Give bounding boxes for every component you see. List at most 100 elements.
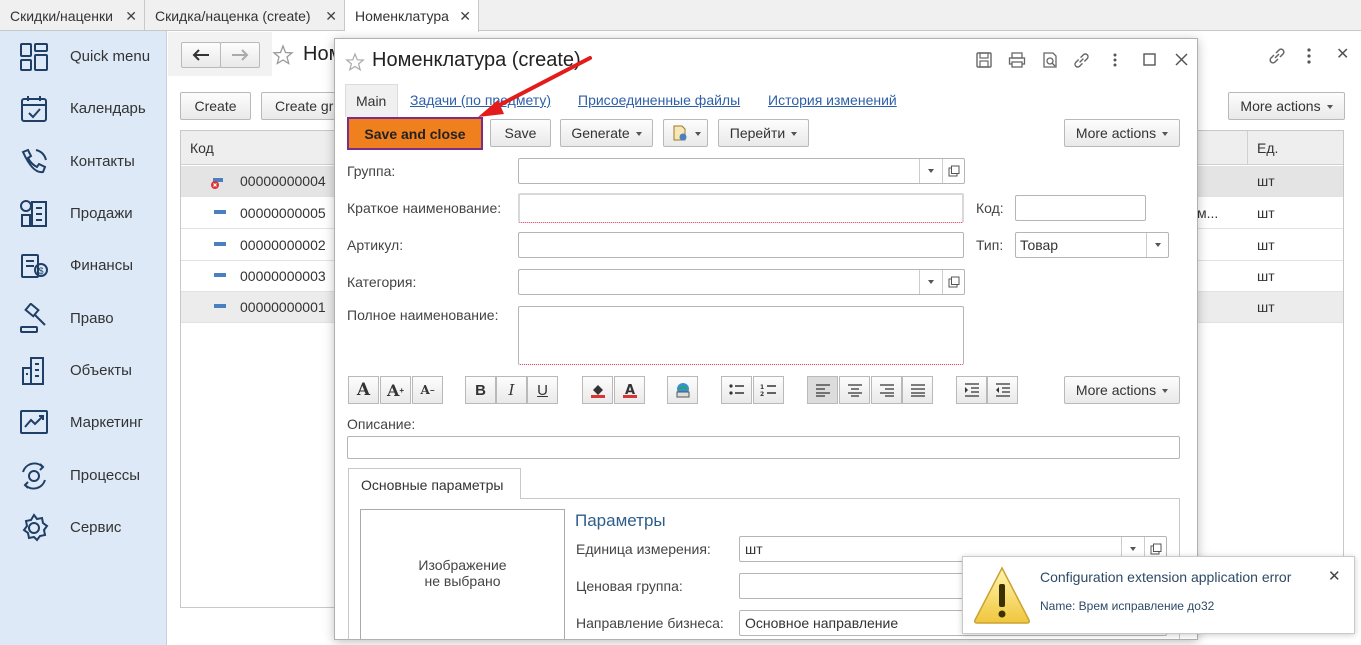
full-name-textarea[interactable] bbox=[518, 306, 964, 365]
save-and-close-button[interactable]: Save and close bbox=[347, 117, 483, 150]
align-center-button[interactable] bbox=[839, 376, 870, 404]
cell-code: 00000000004 bbox=[240, 173, 326, 189]
font-button[interactable]: A bbox=[348, 376, 379, 404]
favorite-star-icon[interactable] bbox=[345, 52, 365, 72]
group-field[interactable] bbox=[518, 158, 965, 184]
font-increase-button[interactable]: A + bbox=[380, 376, 411, 404]
column-header-unit[interactable]: Ед. bbox=[1257, 140, 1278, 156]
goto-button[interactable]: Перейти bbox=[718, 119, 809, 147]
arrow-left-icon bbox=[192, 49, 209, 61]
link-icon[interactable] bbox=[1072, 51, 1091, 70]
list-more-actions-button[interactable]: More actions bbox=[1228, 92, 1345, 120]
create-button[interactable]: Create bbox=[180, 92, 251, 120]
attach-file-button[interactable] bbox=[663, 119, 708, 147]
open-button[interactable] bbox=[942, 270, 964, 294]
align-right-button[interactable] bbox=[871, 376, 902, 404]
sidebar-item-law[interactable]: Право bbox=[0, 299, 166, 339]
more-vertical-icon[interactable] bbox=[1109, 51, 1121, 69]
more-actions-button[interactable]: More actions bbox=[1064, 119, 1180, 147]
more-vertical-icon[interactable] bbox=[1303, 46, 1315, 66]
dropdown-button[interactable] bbox=[919, 159, 941, 183]
save-button[interactable]: Save bbox=[490, 119, 551, 147]
sidebar-item-finance[interactable]: $ Финансы bbox=[0, 246, 166, 286]
full-name-label: Полное наименование: bbox=[347, 307, 499, 323]
maximize-icon[interactable] bbox=[1142, 52, 1157, 67]
tab-discount-create[interactable]: Скидка/наценка (create) ✕ bbox=[145, 0, 345, 31]
generate-button[interactable]: Generate bbox=[560, 119, 653, 147]
favorite-star-icon[interactable] bbox=[272, 44, 294, 66]
indent-increase-button[interactable] bbox=[956, 376, 987, 404]
description-field[interactable] bbox=[347, 436, 1180, 459]
close-icon[interactable]: ✕ bbox=[125, 8, 137, 25]
image-placeholder[interactable]: Изображение не выбрано bbox=[360, 509, 565, 639]
cell-code: 00000000002 bbox=[240, 237, 326, 253]
button-label: More actions bbox=[1075, 125, 1157, 141]
tab-attached-files[interactable]: Присоединенные файлы bbox=[578, 92, 740, 108]
sidebar-item-calendar[interactable]: Календарь bbox=[0, 89, 166, 129]
type-select[interactable]: Товар bbox=[1015, 232, 1169, 258]
open-form-icon bbox=[948, 165, 959, 177]
quick-menu-icon bbox=[20, 43, 48, 71]
open-button[interactable] bbox=[942, 159, 964, 183]
sidebar-item-objects[interactable]: Объекты bbox=[0, 351, 166, 391]
close-icon[interactable]: ✕ bbox=[1328, 567, 1341, 585]
tab-discounts[interactable]: Скидки/наценки ✕ bbox=[0, 0, 145, 31]
indent-decrease-button[interactable] bbox=[987, 376, 1018, 404]
bold-button[interactable]: B bbox=[465, 376, 496, 404]
sidebar-item-processes[interactable]: Процессы bbox=[0, 456, 166, 496]
sidebar-item-quick-menu[interactable]: Quick menu bbox=[0, 37, 166, 77]
dropdown-button[interactable] bbox=[919, 270, 941, 294]
save-icon[interactable] bbox=[975, 51, 993, 69]
tab-label: Скидки/наценки bbox=[10, 7, 113, 24]
sidebar-item-label: Quick menu bbox=[70, 48, 151, 65]
bold-icon: B bbox=[475, 381, 486, 399]
category-field[interactable] bbox=[518, 269, 965, 295]
document-attach-icon bbox=[673, 125, 686, 141]
tab-main-parameters[interactable]: Основные параметры bbox=[348, 468, 521, 499]
sidebar-item-label: Контакты bbox=[70, 153, 135, 170]
gear-icon bbox=[22, 513, 49, 542]
sidebar: Quick menu Календарь Контакты Продажи $ … bbox=[0, 31, 167, 645]
close-icon[interactable]: ✕ bbox=[325, 8, 337, 25]
font-decrease-button[interactable]: A − bbox=[412, 376, 443, 404]
link-icon[interactable] bbox=[1267, 46, 1287, 66]
sidebar-item-marketing[interactable]: Маркетинг bbox=[0, 403, 166, 443]
close-icon[interactable]: ✕ bbox=[459, 8, 471, 25]
back-button[interactable] bbox=[181, 42, 221, 68]
tab-change-history[interactable]: История изменений bbox=[768, 92, 897, 108]
forward-button[interactable] bbox=[220, 42, 260, 68]
tab-label: Основные параметры bbox=[361, 477, 504, 493]
background-color-button[interactable] bbox=[582, 376, 613, 404]
format-more-actions-button[interactable]: More actions bbox=[1064, 376, 1180, 404]
preview-icon[interactable] bbox=[1041, 51, 1059, 69]
close-icon[interactable]: ✕ bbox=[1336, 44, 1349, 64]
align-right-icon bbox=[879, 384, 894, 397]
chevron-down-icon bbox=[1162, 389, 1169, 393]
italic-icon: I bbox=[508, 381, 515, 399]
tab-tasks[interactable]: Задачи (по предмету) bbox=[410, 92, 551, 108]
bullet-list-button[interactable] bbox=[721, 376, 752, 404]
insert-image-button[interactable] bbox=[667, 376, 698, 404]
dropdown-button[interactable] bbox=[1146, 233, 1168, 257]
short-name-label: Краткое наименование: bbox=[347, 200, 502, 216]
sidebar-item-service[interactable]: Сервис bbox=[0, 508, 166, 548]
code-field[interactable] bbox=[1015, 195, 1146, 221]
align-left-button[interactable] bbox=[807, 376, 838, 404]
column-header-code[interactable]: Код bbox=[190, 140, 214, 156]
align-justify-button[interactable] bbox=[902, 376, 933, 404]
sidebar-item-contacts[interactable]: Контакты bbox=[0, 142, 166, 182]
tab-nomenclature[interactable]: Номенклатура ✕ bbox=[345, 0, 479, 32]
close-icon[interactable] bbox=[1174, 52, 1189, 67]
arrow-right-icon bbox=[232, 49, 249, 61]
numbered-list-button[interactable]: 12 bbox=[753, 376, 784, 404]
article-field[interactable] bbox=[518, 232, 964, 258]
text-color-button[interactable]: A bbox=[614, 376, 645, 404]
italic-button[interactable]: I bbox=[496, 376, 527, 404]
print-icon[interactable] bbox=[1008, 51, 1026, 69]
short-name-field[interactable] bbox=[518, 193, 964, 223]
tab-main[interactable]: Main bbox=[345, 84, 398, 117]
sidebar-item-sales[interactable]: Продажи bbox=[0, 194, 166, 234]
cell-unit: шт bbox=[1257, 299, 1275, 315]
underline-button[interactable]: U bbox=[527, 376, 558, 404]
article-label: Артикул: bbox=[347, 237, 404, 253]
